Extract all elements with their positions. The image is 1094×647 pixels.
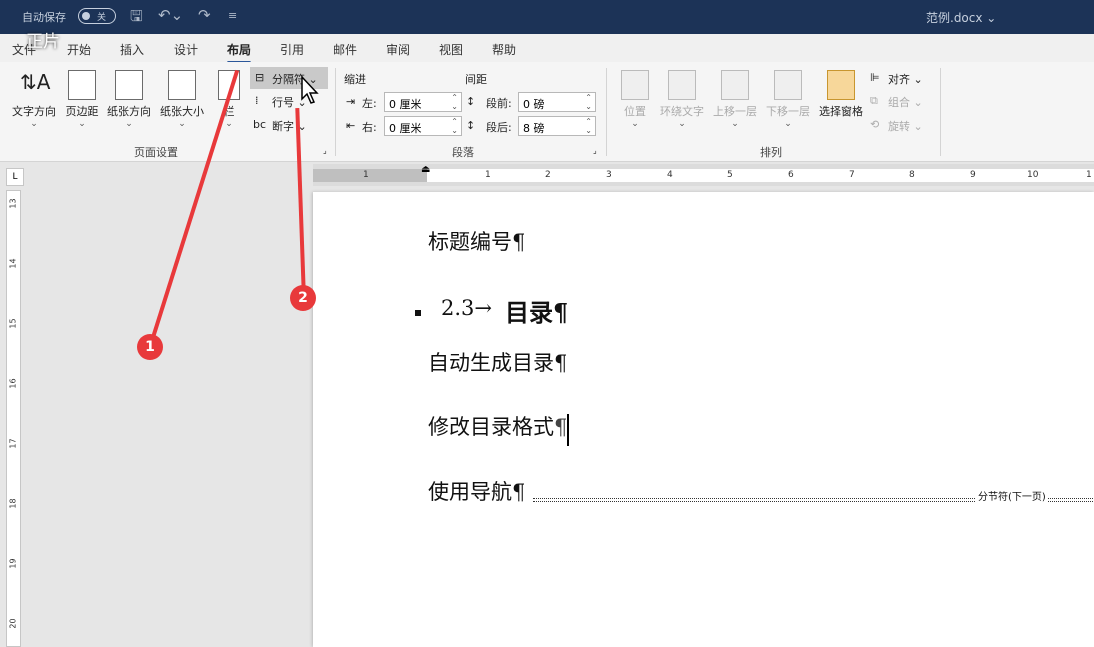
align-button[interactable]: 对齐 ⌄ [888,71,923,87]
spacing-after-icon: ↕ [466,119,476,132]
indent-marker-icon[interactable]: ⏏ [421,164,430,175]
paragraph-modify-toc[interactable]: 修改目录格式¶ [428,411,567,441]
tab-layout[interactable]: 布局 [227,41,252,64]
text-direction-icon: ⇅A [20,70,51,94]
spacing-after-input[interactable]: 8 磅 ⌃ ⌄ [518,116,596,136]
wrap-text-button[interactable]: 环绕文字 ⌄ [656,70,708,129]
paragraph-navigation[interactable]: 使用导航¶ [428,476,525,506]
selection-pane-icon [827,70,855,100]
indent-left-input[interactable]: 0 厘米 ⌃ ⌄ [384,92,462,112]
indent-right-label: 右: [362,121,377,134]
autosave-toggle[interactable]: 关 [78,8,116,24]
section-break-label: 分节符(下一页) [976,488,1048,503]
indent-left-icon: ⇥ [346,95,356,108]
breaks-icon: ⊟ [255,71,265,84]
autosave-label: 自动保存 [22,11,66,24]
bring-forward-icon [721,70,749,100]
annotation-marker-1: 1 [137,334,163,360]
ribbon: ⇅A 文字方向 ⌄ 页边距 ⌄ 纸张方向 ⌄ 纸张大小 ⌄ 栏 ⌄ ⊟ 分隔符 ⌄ ⁞ 行… [0,62,1094,162]
tab-view[interactable]: 视图 [439,41,463,58]
text-cursor [567,414,569,446]
margins-button[interactable]: 页边距 ⌄ [62,70,102,129]
paragraph-auto-toc[interactable]: 自动生成目录¶ [428,347,567,377]
paragraph-launcher-icon[interactable]: ⌟ [593,146,597,155]
line-numbers-icon: ⁞ [255,94,259,107]
group-divider [606,68,607,156]
tab-review[interactable]: 审阅 [386,41,410,58]
tab-references[interactable]: 引用 [280,41,304,58]
bring-forward-button[interactable]: 上移一层 ⌄ [709,70,761,129]
indent-left-label: 左: [362,97,377,110]
tab-home[interactable]: 开始 [67,41,91,58]
page-setup-group-label: 页面设置 [134,146,178,159]
tab-mailings[interactable]: 邮件 [333,41,357,58]
indent-right-input[interactable]: 0 厘米 ⌃ ⌄ [384,116,462,136]
annotation-marker-2: 2 [290,285,316,311]
group-divider [940,68,941,156]
tab-selector[interactable]: L [6,168,24,186]
spacing-after-label: 段后: [486,121,512,134]
arrange-group-label: 排列 [760,146,782,159]
heading-bullet [415,310,421,316]
document-name[interactable]: 范例.docx ⌄ [926,9,996,26]
heading-number[interactable]: 2.3→ [441,296,492,320]
hyphenation-icon: bc [253,118,267,131]
margins-icon [68,70,96,100]
position-button[interactable]: 位置 ⌄ [615,70,655,129]
group-divider [335,68,336,156]
horizontal-ruler[interactable]: 1 1 2 3 4 5 6 7 8 9 10 1 ⏏ [313,164,1094,186]
orientation-icon [115,70,143,100]
spacing-label: 间距 [465,73,487,86]
size-button[interactable]: 纸张大小 ⌄ [156,70,208,129]
page-setup-launcher-icon[interactable]: ⌟ [323,146,327,155]
rotate-button[interactable]: 旋转 ⌄ [888,118,923,134]
send-backward-icon [774,70,802,100]
spacing-before-input[interactable]: 0 磅 ⌃ ⌄ [518,92,596,112]
position-icon [621,70,649,100]
align-icon: ⊫ [870,71,880,84]
watermark-text: 正片 [26,32,60,52]
ribbon-tabs: 文件 开始 插入 设计 布局 引用 邮件 审阅 视图 帮助 [0,34,1094,64]
group-button[interactable]: 组合 ⌄ [888,94,923,110]
indent-right-icon: ⇤ [346,119,356,132]
indent-label: 缩进 [344,73,366,86]
orientation-button[interactable]: 纸张方向 ⌄ [104,70,154,129]
mouse-pointer-icon [301,75,319,104]
selection-pane-button[interactable]: 选择窗格 [815,70,867,119]
tab-insert[interactable]: 插入 [120,41,144,58]
heading-toc[interactable]: 目录¶ [505,293,568,328]
save-icon[interactable]: 🖫 [130,6,143,31]
customize-icon[interactable]: ≡ [228,9,237,22]
tab-help[interactable]: 帮助 [492,41,516,58]
spacing-before-label: 段前: [486,97,512,110]
title-bar: 自动保存 关 🖫 ↶⌄ ↷ ≡ 范例.docx ⌄ [0,0,1094,34]
spacing-before-icon: ↕ [466,95,476,108]
paragraph-group-label: 段落 [452,146,474,159]
group-icon: ⧉ [870,94,878,107]
document-page[interactable]: 标题编号¶ 2.3→ 目录¶ 自动生成目录¶ 修改目录格式¶ 使用导航¶ 分节符… [313,192,1094,647]
page-size-icon [168,70,196,100]
redo-icon[interactable]: ↷ [198,6,211,24]
rotate-icon: ⟲ [870,118,880,131]
wrap-text-icon [668,70,696,100]
hyphenation-button[interactable]: 断字 ⌄ [272,118,307,134]
text-direction-button[interactable]: ⇅A 文字方向 ⌄ [8,70,60,129]
paragraph-heading-numbering[interactable]: 标题编号¶ [428,226,525,256]
tab-design[interactable]: 设计 [174,41,198,58]
send-backward-button[interactable]: 下移一层 ⌄ [762,70,814,129]
undo-icon[interactable]: ↶⌄ [158,6,183,24]
vertical-ruler[interactable]: 13 14 15 16 17 18 19 20 [6,190,21,647]
